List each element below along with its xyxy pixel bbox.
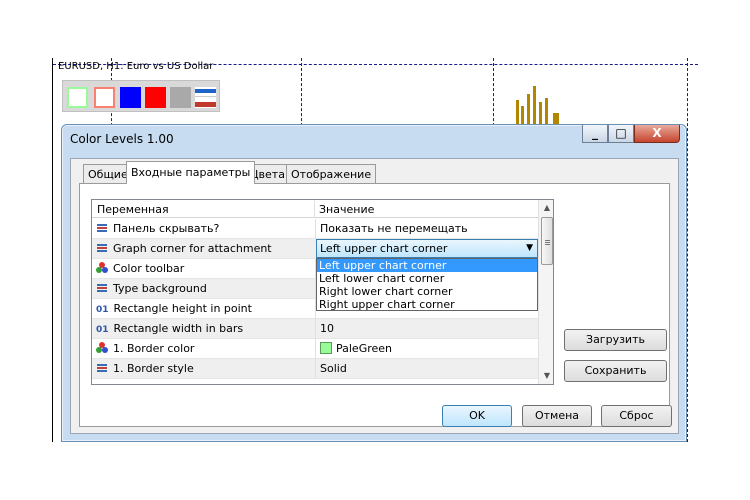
param-name: 1. Border style bbox=[113, 362, 194, 375]
param-name-cell: 1. Border style bbox=[96, 359, 312, 379]
dropdown-option[interactable]: Left lower chart corner bbox=[317, 272, 537, 285]
candle bbox=[533, 86, 536, 124]
dialog-client: Общие Входные параметры Цвета Отображени… bbox=[70, 158, 679, 434]
param-value: PaleGreen bbox=[336, 342, 393, 355]
number-icon: 01 bbox=[96, 325, 109, 335]
number-icon: 01 bbox=[96, 305, 109, 315]
close-button[interactable]: X bbox=[634, 125, 680, 143]
gray-swatch-button[interactable] bbox=[170, 87, 191, 108]
chevron-down-icon: ▼ bbox=[526, 243, 533, 253]
load-button[interactable]: Загрузить bbox=[564, 329, 667, 351]
title-bar[interactable]: Color Levels 1.00 _ □ X bbox=[62, 125, 686, 151]
palegreen-swatch bbox=[320, 342, 332, 354]
dropdown-option[interactable]: Left upper chart corner bbox=[317, 259, 537, 272]
param-name: Rectangle height in point bbox=[113, 302, 252, 315]
minimize-icon: _ bbox=[592, 126, 598, 140]
candle bbox=[527, 94, 530, 124]
scroll-up-icon[interactable]: ▲ bbox=[539, 200, 553, 216]
border-style-button[interactable] bbox=[195, 87, 216, 108]
maximize-icon: □ bbox=[615, 126, 627, 140]
param-name-cell: Graph corner for attachment bbox=[96, 239, 312, 259]
column-header-value[interactable]: Значение bbox=[319, 203, 374, 216]
save-button[interactable]: Сохранить bbox=[564, 360, 667, 382]
param-value-cell[interactable]: 10 bbox=[315, 319, 537, 339]
table-row[interactable]: Панель скрывать? Показать не перемещать bbox=[92, 219, 538, 239]
param-name: Color toolbar bbox=[113, 262, 185, 275]
reset-button[interactable]: Сброс bbox=[601, 405, 672, 427]
grid-header: Переменная Значение bbox=[92, 200, 538, 218]
tab-display[interactable]: Отображение bbox=[286, 164, 377, 183]
param-name: Type background bbox=[113, 282, 207, 295]
input-parameters-panel: Переменная Значение Панель скрывать? Пок… bbox=[79, 183, 670, 427]
palegreen-swatch-button[interactable] bbox=[67, 87, 88, 108]
enum-icon bbox=[96, 222, 108, 234]
ok-button[interactable]: OK bbox=[442, 405, 512, 427]
tab-input-parameters[interactable]: Входные параметры bbox=[126, 161, 256, 184]
param-name: Graph corner for attachment bbox=[113, 242, 272, 255]
blue-swatch-button[interactable] bbox=[120, 87, 141, 108]
minimize-button[interactable]: _ bbox=[582, 125, 608, 143]
param-name-cell: 1. Border color bbox=[96, 339, 312, 359]
style-line bbox=[195, 96, 216, 99]
param-value: Solid bbox=[320, 362, 347, 375]
param-name: 1. Border color bbox=[113, 342, 195, 355]
enum-icon bbox=[96, 362, 108, 374]
param-value: 10 bbox=[320, 322, 334, 335]
candle bbox=[539, 102, 542, 124]
param-value-cell[interactable]: Solid bbox=[315, 359, 537, 379]
param-name-cell: Color toolbar bbox=[96, 259, 312, 279]
param-name-cell: 01 Rectangle width in bars bbox=[96, 319, 312, 339]
dialog-title: Color Levels 1.00 bbox=[70, 132, 174, 146]
table-row[interactable]: 1. Border style Solid bbox=[92, 359, 538, 379]
param-value: Показать не перемещать bbox=[320, 222, 468, 235]
param-value-cell[interactable]: Показать не перемещать bbox=[315, 219, 537, 239]
candle bbox=[521, 106, 524, 124]
table-row[interactable]: 1. Border color PaleGreen bbox=[92, 339, 538, 359]
candle bbox=[516, 100, 519, 124]
column-header-variable[interactable]: Переменная bbox=[97, 203, 169, 216]
param-name: Rectangle width in bars bbox=[113, 322, 244, 335]
grid-scrollbar[interactable]: ▲ ▼ bbox=[538, 200, 553, 384]
chart-title: EURUSD, H1: Euro vs US Dollar bbox=[58, 61, 214, 72]
param-name-cell: Панель скрывать? bbox=[96, 219, 312, 239]
param-name-cell: 01 Rectangle height in point bbox=[96, 299, 312, 319]
color-icon bbox=[96, 342, 108, 354]
dropdown-option[interactable]: Right upper chart corner bbox=[317, 298, 537, 311]
table-row[interactable]: 01 Rectangle width in bars 10 bbox=[92, 319, 538, 339]
dropdown-option[interactable]: Right lower chart corner bbox=[317, 285, 537, 298]
grid-line bbox=[687, 58, 688, 442]
select-value: Left upper chart corner bbox=[320, 242, 448, 255]
salmon-swatch-button[interactable] bbox=[94, 87, 115, 108]
column-separator bbox=[314, 200, 315, 218]
color-toolbar bbox=[62, 80, 220, 112]
candle bbox=[545, 98, 548, 124]
scroll-down-icon[interactable]: ▼ bbox=[539, 368, 553, 384]
graph-corner-select[interactable]: Left upper chart corner ▼ bbox=[316, 239, 538, 258]
color-levels-dialog: Color Levels 1.00 _ □ X Общие Входные па… bbox=[61, 124, 687, 442]
param-value-cell[interactable]: PaleGreen bbox=[315, 339, 537, 359]
grip-icon bbox=[545, 240, 550, 241]
style-line bbox=[195, 89, 216, 93]
color-icon bbox=[96, 262, 108, 274]
enum-icon bbox=[96, 242, 108, 254]
scroll-thumb[interactable] bbox=[541, 217, 553, 265]
style-line bbox=[195, 102, 216, 107]
graph-corner-dropdown: Left upper chart corner Left lower chart… bbox=[316, 258, 538, 311]
close-icon: X bbox=[652, 126, 662, 140]
red-swatch-button[interactable] bbox=[145, 87, 166, 108]
param-name-cell: Type background bbox=[96, 279, 312, 299]
enum-icon bbox=[96, 282, 108, 294]
cancel-button[interactable]: Отмена bbox=[522, 405, 592, 427]
param-name: Панель скрывать? bbox=[113, 222, 220, 235]
parameters-grid: Переменная Значение Панель скрывать? Пок… bbox=[91, 199, 554, 385]
candle bbox=[553, 113, 559, 124]
maximize-button[interactable]: □ bbox=[608, 125, 634, 143]
